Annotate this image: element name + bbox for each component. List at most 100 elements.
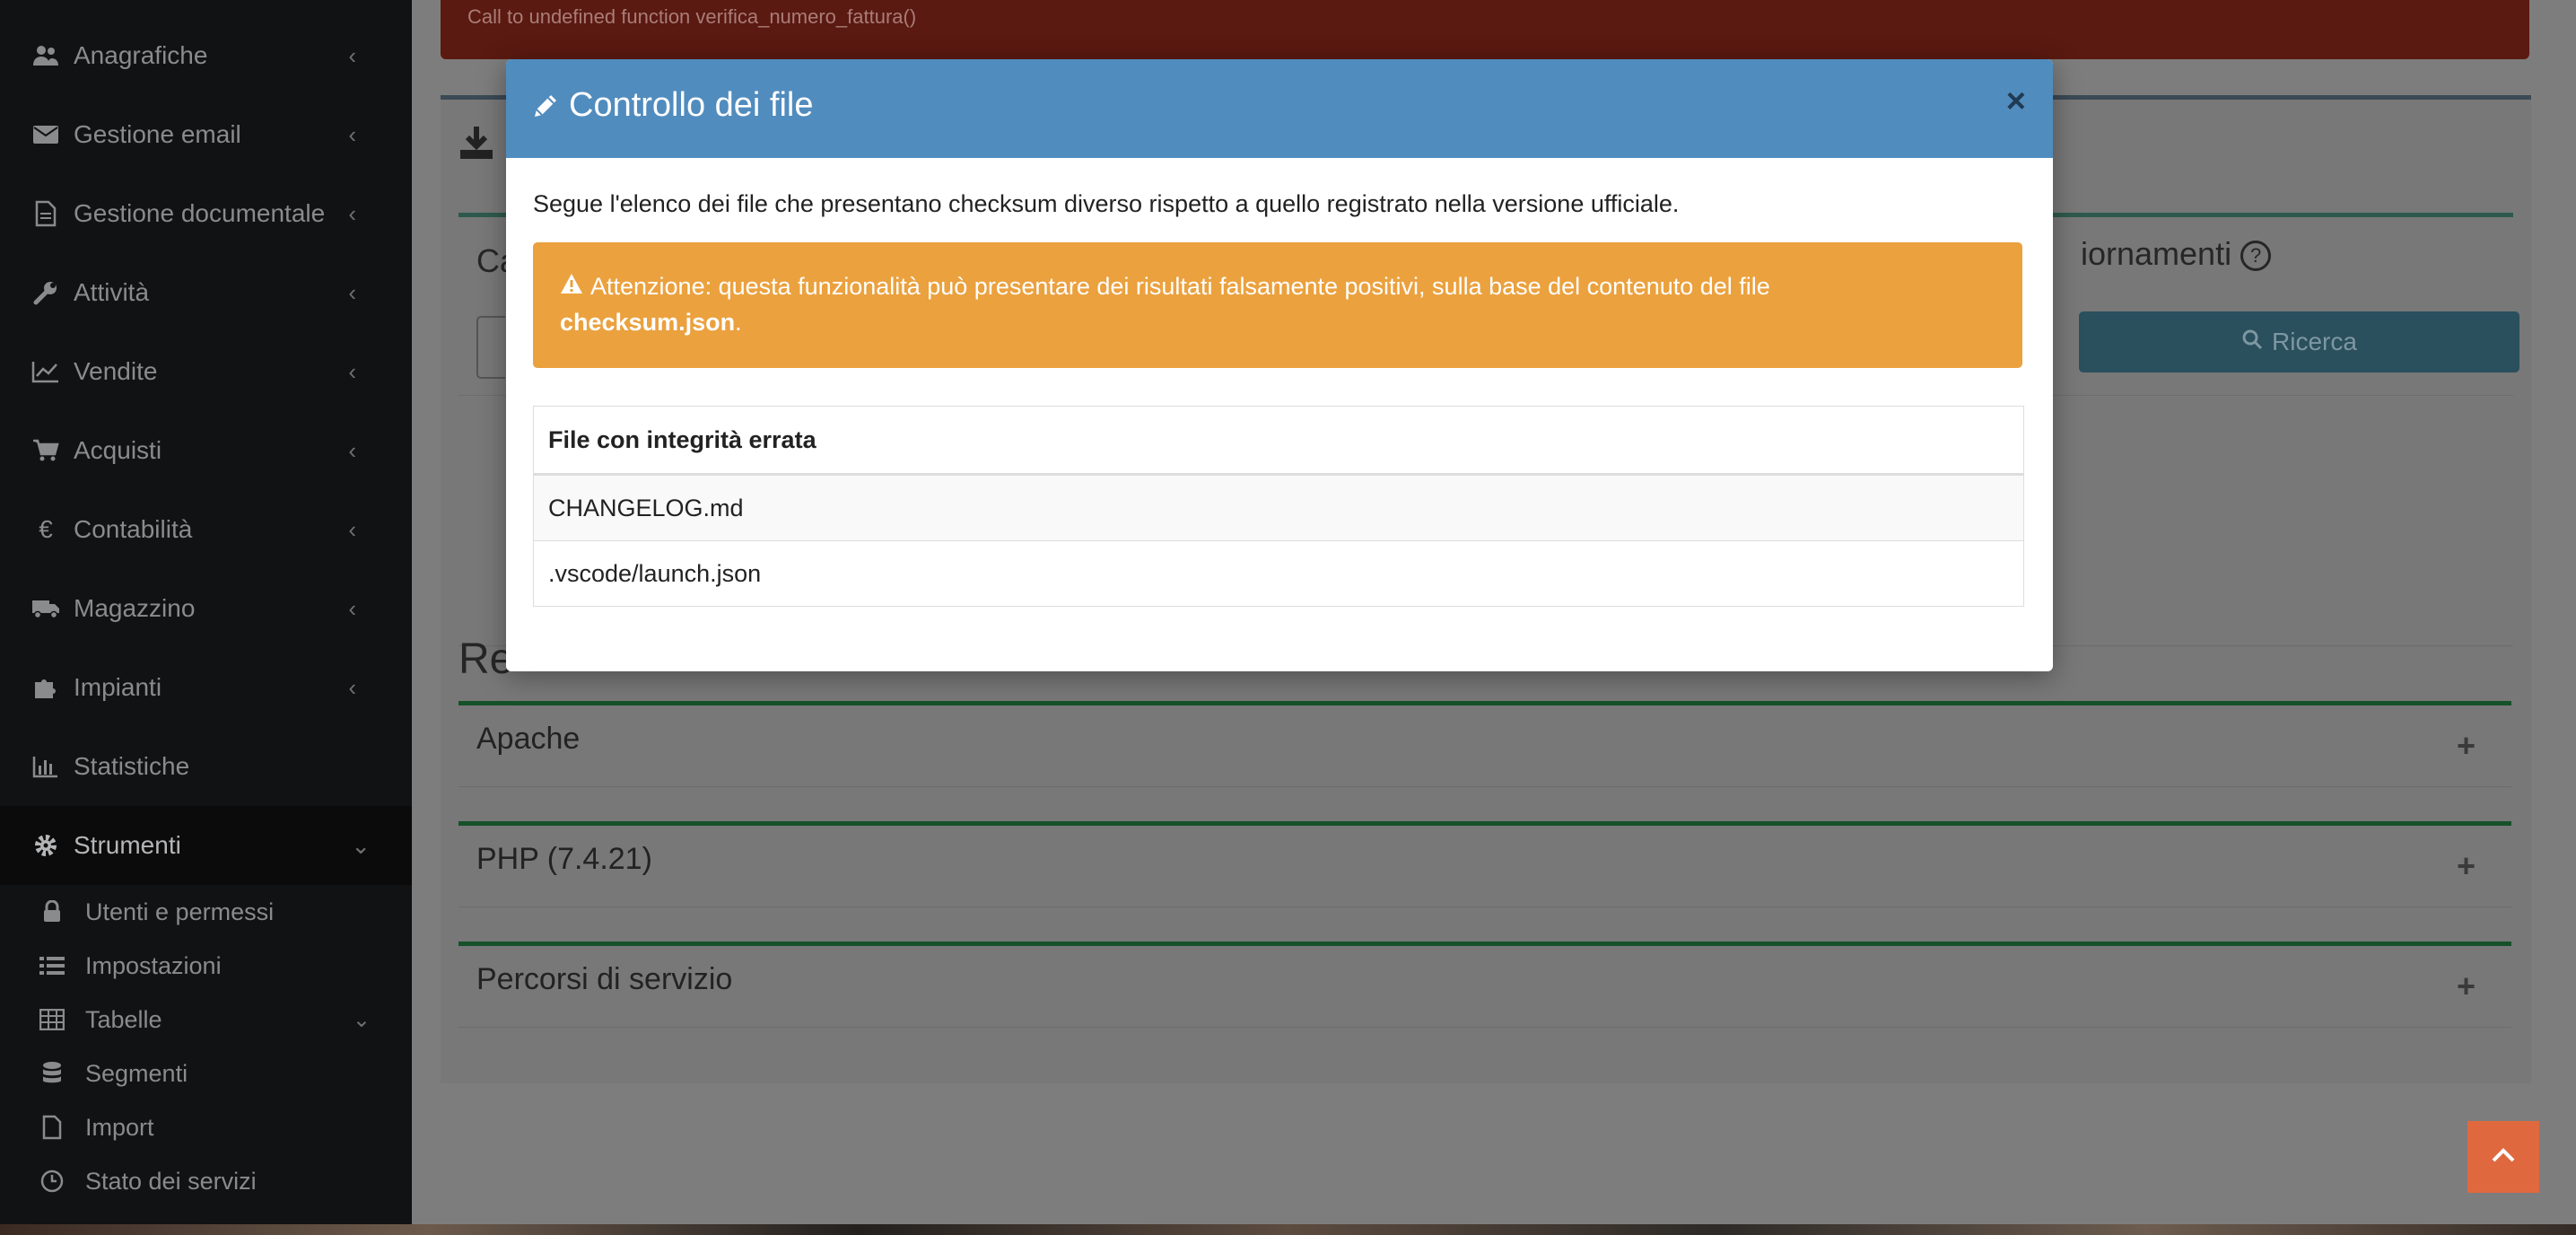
sidebar: Anagrafiche ‹ Gestione email ‹ Gestione … [0, 0, 412, 1235]
plus-icon[interactable]: + [2457, 727, 2476, 765]
file-icon [39, 1115, 65, 1140]
document-icon [31, 198, 61, 229]
sidebar-subitem-label: Tabelle [85, 1005, 162, 1033]
table-header-row: File con integrità errata [533, 406, 2024, 476]
sidebar-subitem-label: Segmenti [85, 1059, 188, 1087]
warning-line-2: checksum.json. [560, 309, 742, 337]
table-header: File con integrità errata [533, 406, 2024, 476]
clock-icon [39, 1169, 65, 1194]
panel-php[interactable]: PHP (7.4.21) + [458, 821, 2511, 907]
lock-icon [39, 899, 65, 924]
table-row: CHANGELOG.md [533, 474, 2024, 541]
sidebar-subitem-tabelle[interactable]: Tabelle ⌄ [0, 993, 412, 1047]
chevron-left-icon: ‹ [348, 594, 356, 622]
sidebar-subitem-impostazioni[interactable]: Impostazioni [0, 939, 412, 993]
modal-description: Segue l'elenco dei file che presentano c… [533, 190, 1680, 217]
panel-title: Apache [476, 722, 581, 756]
modal-title: Controllo dei file [569, 86, 814, 124]
chevron-left-icon: ‹ [348, 278, 356, 306]
bar-chart-icon [31, 751, 61, 782]
sidebar-item-label: Attività [74, 278, 150, 306]
sidebar-subitem-import[interactable]: Import [0, 1100, 412, 1154]
sidebar-item-contabilita[interactable]: € Contabilità ‹ [0, 490, 412, 569]
warning-alert: Attenzione: questa funzionalità può pres… [533, 242, 2022, 368]
chevron-down-icon: ⌄ [352, 1007, 371, 1032]
chevron-left-icon: ‹ [348, 199, 356, 227]
puzzle-icon [31, 672, 61, 703]
pencil-icon [531, 92, 560, 125]
sidebar-item-label: Contabilità [74, 515, 193, 543]
sidebar-item-label: Acquisti [74, 436, 162, 464]
envelope-icon [31, 119, 61, 150]
sidebar-item-label: Impianti [74, 673, 162, 701]
chevron-left-icon: ‹ [348, 436, 356, 464]
updates-title-text: iornamenti [2081, 235, 2232, 272]
error-message: Call to undefined function verifica_nume… [467, 5, 917, 28]
euro-icon: € [39, 515, 53, 543]
sidebar-item-label: Vendite [74, 357, 158, 385]
panel-percorsi[interactable]: Percorsi di servizio + [458, 942, 2511, 1028]
wrench-icon [31, 277, 61, 308]
gear-icon [31, 830, 61, 861]
table-icon [39, 1007, 65, 1032]
chevron-left-icon: ‹ [348, 673, 356, 701]
table-cell: CHANGELOG.md [533, 474, 2024, 541]
modal-header: Controllo dei file × [506, 59, 2053, 158]
sidebar-item-label: Gestione email [74, 120, 241, 148]
warning-suffix: . [735, 309, 742, 336]
chevron-up-icon [2491, 1147, 2516, 1168]
sidebar-item-label: Strumenti [74, 831, 181, 859]
panel-title: Percorsi di servizio [476, 962, 733, 996]
chevron-down-icon: ⌄ [351, 831, 371, 859]
chevron-left-icon: ‹ [348, 357, 356, 385]
cart-icon [31, 435, 61, 466]
sidebar-item-label: Magazzino [74, 594, 196, 622]
sidebar-item-label: Gestione documentale [74, 199, 326, 227]
plus-icon[interactable]: + [2457, 847, 2476, 885]
chevron-left-icon: ‹ [348, 120, 356, 148]
table-cell: .vscode/launch.json [533, 540, 2024, 607]
panel-apache[interactable]: Apache + [458, 701, 2511, 787]
plus-icon[interactable]: + [2457, 968, 2476, 1005]
panel-title: PHP (7.4.21) [476, 842, 652, 876]
sidebar-item-acquisti[interactable]: Acquisti ‹ [0, 411, 412, 490]
search-button-label: Ricerca [2272, 328, 2357, 355]
sidebar-item-gestione-email[interactable]: Gestione email ‹ [0, 95, 412, 174]
sidebar-subitem-utenti-permessi[interactable]: Utenti e permessi [0, 885, 412, 939]
warning-icon [560, 273, 583, 301]
file-check-modal: Controllo dei file × Segue l'elenco dei … [506, 59, 2053, 671]
sidebar-item-attivita[interactable]: Attività ‹ [0, 253, 412, 332]
sidebar-item-strumenti[interactable]: Strumenti ⌄ [0, 806, 412, 885]
panel-input-fragment [476, 316, 505, 379]
line-chart-icon [31, 356, 61, 387]
desktop-background-strip [0, 1224, 2576, 1235]
sidebar-subitem-segmenti[interactable]: Segmenti [0, 1047, 412, 1100]
search-button[interactable]: Ricerca [2079, 311, 2519, 372]
download-icon [458, 125, 494, 165]
sidebar-item-statistiche[interactable]: Statistiche [0, 727, 412, 806]
search-icon [2241, 328, 2263, 356]
users-icon [31, 40, 61, 71]
database-icon [39, 1061, 65, 1086]
list-icon [39, 953, 65, 978]
chevron-left-icon: ‹ [348, 41, 356, 69]
close-button[interactable]: × [2006, 83, 2026, 121]
sidebar-item-vendite[interactable]: Vendite ‹ [0, 332, 412, 411]
warning-line: Attenzione: questa funzionalità può pres… [560, 273, 1770, 301]
sidebar-subitem-stato-servizi[interactable]: Stato dei servizi [0, 1154, 412, 1208]
scroll-to-top-button[interactable] [2467, 1121, 2539, 1193]
help-icon[interactable]: ? [2240, 241, 2272, 272]
updates-title: iornamenti ? [2081, 235, 2272, 273]
chevron-left-icon: ‹ [348, 515, 356, 543]
truck-icon [31, 593, 61, 624]
files-table: File con integrità errata CHANGELOG.md .… [533, 406, 2024, 607]
sidebar-item-magazzino[interactable]: Magazzino ‹ [0, 569, 412, 648]
sidebar-item-impianti[interactable]: Impianti ‹ [0, 648, 412, 727]
sidebar-item-label: Statistiche [74, 752, 190, 780]
sidebar-item-gestione-documentale[interactable]: Gestione documentale ‹ [0, 174, 412, 253]
table-row: .vscode/launch.json [533, 540, 2024, 607]
sidebar-item-anagrafiche[interactable]: Anagrafiche ‹ [0, 16, 412, 95]
sidebar-subitem-label: Import [85, 1113, 154, 1141]
error-banner: Call to undefined function verifica_nume… [441, 0, 2529, 59]
warning-filename: checksum.json [560, 309, 736, 336]
